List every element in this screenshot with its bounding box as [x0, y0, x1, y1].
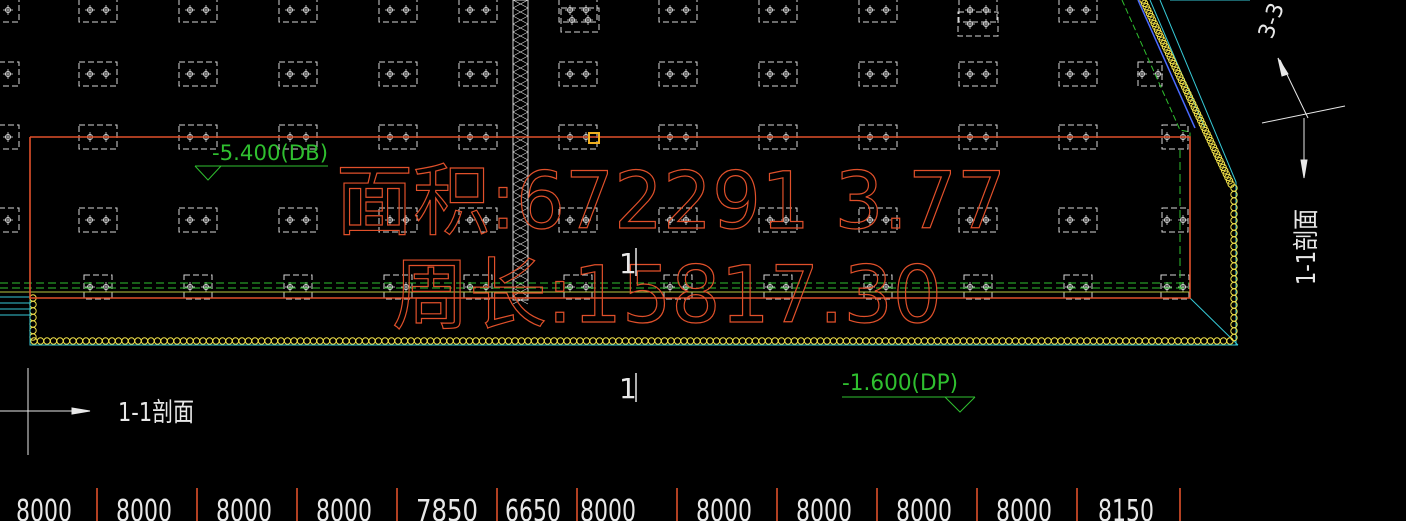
section-symbol-left [0, 368, 91, 455]
dimension-text: 8000 [16, 494, 72, 521]
pile-cap [83, 274, 113, 300]
dimension-text: 8150 [1098, 494, 1154, 521]
pile-cap [0, 207, 20, 233]
dimension-text: 8000 [580, 494, 636, 521]
pile-cap [178, 0, 218, 23]
pile-cap [858, 0, 898, 23]
section-label-corner: 3-3 [1254, 0, 1290, 42]
pile-cap [0, 124, 20, 150]
level-bottom-text: -1.600(DP) [842, 371, 958, 396]
pile-cap [758, 61, 798, 87]
section-label-right: 1-1剖面 [1292, 209, 1322, 285]
cad-drawing-canvas[interactable]: -5.400(DB) -1.600(DP) 面积:672291 3.77 周长:… [0, 0, 1406, 521]
section-label-left: 1-1剖面 [118, 398, 194, 428]
pile-cap [560, 7, 600, 33]
pile-cap [658, 0, 698, 23]
level-mark-top: -5.400(DB) [194, 141, 328, 181]
pile-cap [78, 0, 118, 23]
dimension-text: 6650 [505, 494, 561, 521]
pile-cap [1058, 0, 1098, 23]
pile-cap [78, 207, 118, 233]
pile-cap [1063, 274, 1093, 300]
pile-cap [0, 0, 20, 23]
pile-cap [378, 0, 418, 23]
pile-cap [178, 61, 218, 87]
dimension-text: 8000 [116, 494, 172, 521]
pile-cap [658, 61, 698, 87]
dimension-text: 8000 [216, 494, 272, 521]
dimension-row: 8000 8000 8000 8000 7850 6650 8000 8000 8000 8000… [16, 488, 1181, 521]
dimension-text: 8000 [316, 494, 372, 521]
dimension-text: 8000 [696, 494, 752, 521]
pile-cap [1160, 274, 1190, 300]
pile-cap [558, 61, 598, 87]
level-top-text: -5.400(DB) [212, 141, 328, 165]
pile-cap [0, 61, 20, 87]
pile-cap [1058, 61, 1098, 87]
level-mark-bottom: -1.600(DP) [842, 371, 976, 413]
section-symbol-right [1261, 57, 1346, 179]
pile-cap [458, 61, 498, 87]
pile-cap [958, 61, 998, 87]
pile-cap [957, 11, 999, 37]
pile-cap [178, 207, 218, 233]
section-mark-top: 1 [619, 247, 637, 280]
dimension-text: 8000 [996, 494, 1052, 521]
pile-cap [278, 61, 318, 87]
pile-cap [1161, 207, 1189, 233]
pile-cap [858, 61, 898, 87]
pile-cap [278, 0, 318, 23]
pile-cap [1058, 207, 1098, 233]
pile-cap [458, 0, 498, 23]
dimension-text: 8000 [896, 494, 952, 521]
dimension-text: 7850 [416, 494, 478, 521]
pile-cap [958, 0, 998, 23]
pile-cap [183, 274, 213, 300]
pile-cap [283, 274, 313, 300]
pile-cap [378, 61, 418, 87]
pile-cap [78, 61, 118, 87]
area-label: 面积:672291 3.77 [336, 157, 1006, 247]
pile-cap [758, 0, 798, 23]
pile-cap [963, 274, 993, 300]
section-mark-bottom: 1 [619, 372, 637, 405]
pile-cap [278, 207, 318, 233]
dimension-text: 8000 [796, 494, 852, 521]
pile-cap [558, 0, 598, 23]
perimeter-label: 周长:15817.30 [392, 251, 942, 341]
